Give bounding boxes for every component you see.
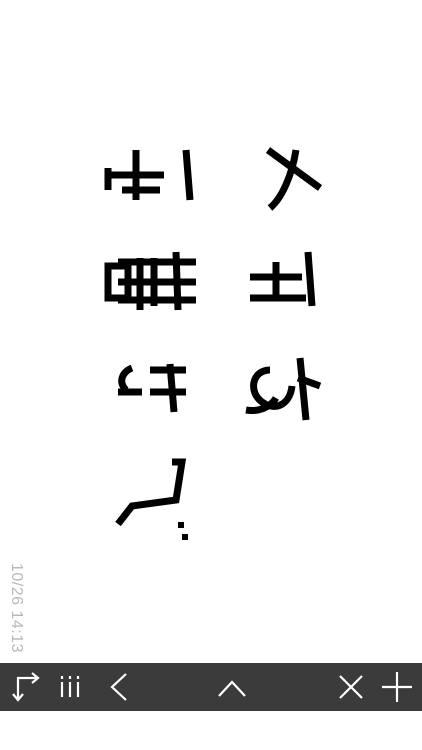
- up-button[interactable]: Up: [209, 663, 255, 711]
- handwritten-char-wo: [245, 357, 322, 421]
- note-timestamp: 10/26 14:13: [8, 562, 25, 654]
- chevron-left-icon: [110, 673, 127, 701]
- handwritten-note: [104, 147, 323, 540]
- memo-screen: 10/26 14:13 Rotate Menu: [0, 0, 422, 750]
- bottom-padding: [0, 711, 422, 750]
- handwritten-char-kaku: [104, 251, 196, 311]
- menu-button[interactable]: Menu: [47, 663, 93, 711]
- handwritten-char-ki: [118, 363, 186, 413]
- handwriting-canvas[interactable]: 10/26 14:13: [0, 0, 422, 663]
- handwritten-char-me: [265, 147, 323, 211]
- rotate-icon: [12, 672, 40, 702]
- plus-icon: [382, 672, 412, 702]
- handwritten-char-te: [104, 149, 194, 201]
- handwritten-char-mo: [250, 251, 316, 307]
- add-button[interactable]: Add: [374, 663, 420, 711]
- close-button[interactable]: Close: [328, 663, 374, 711]
- handwritten-char-hand-te: [115, 458, 188, 540]
- chevron-up-icon: [218, 680, 246, 697]
- close-icon: [339, 675, 363, 699]
- bottom-toolbar: Rotate Menu Back Up: [0, 663, 422, 711]
- menu-icon: [60, 676, 80, 697]
- rotate-button[interactable]: Rotate: [2, 663, 48, 711]
- back-button[interactable]: Back: [96, 663, 142, 711]
